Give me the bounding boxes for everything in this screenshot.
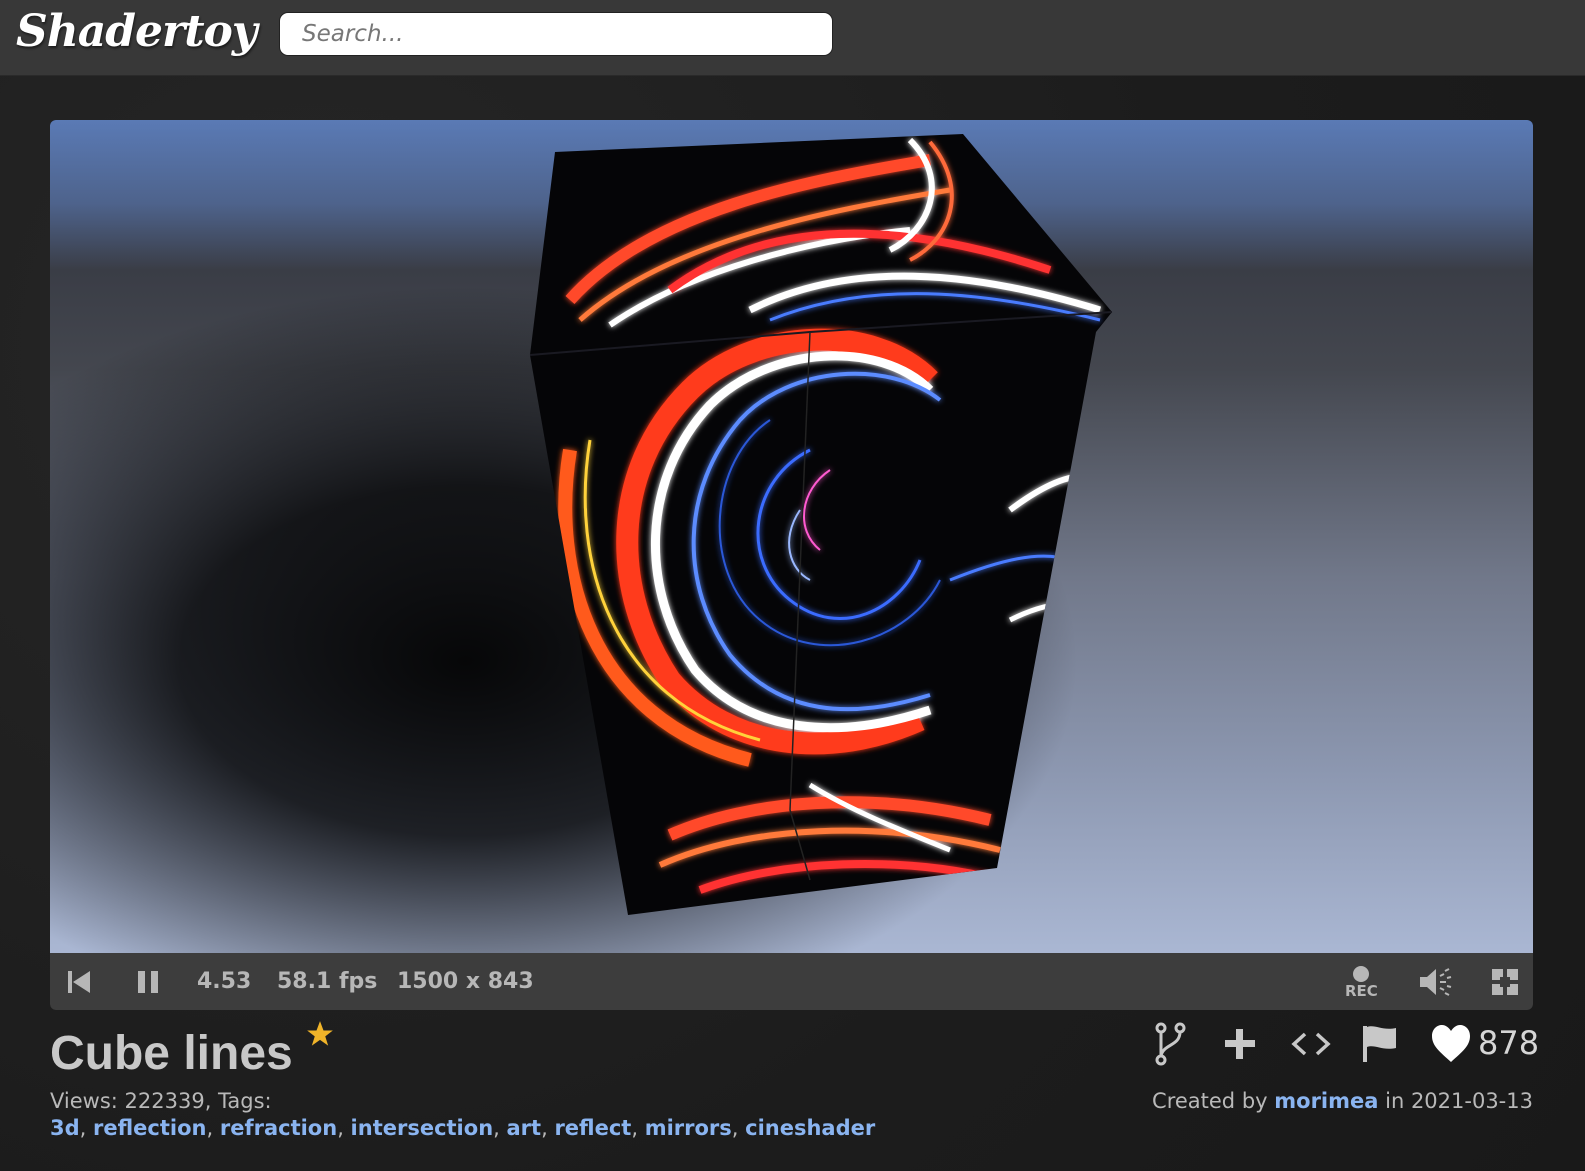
tag-link[interactable]: refraction — [220, 1116, 337, 1140]
shader-viewer: 4.53 58.1 fps 1500 x 843 REC — [50, 120, 1533, 1010]
record-button[interactable]: REC — [1345, 953, 1378, 1010]
author-link[interactable]: morimea — [1274, 1089, 1378, 1113]
code-icon — [1291, 1032, 1331, 1056]
tag-link[interactable]: mirrors — [645, 1116, 732, 1140]
tag-link[interactable]: 3d — [50, 1116, 80, 1140]
top-bar: Shadertoy — [0, 0, 1585, 76]
resolution-display: 1500 x 843 — [397, 969, 534, 994]
record-label: REC — [1345, 981, 1378, 1000]
report-button[interactable] — [1360, 1022, 1400, 1068]
tag-link[interactable]: reflect — [554, 1116, 631, 1140]
player-controls: 4.53 58.1 fps 1500 x 843 REC — [50, 953, 1533, 1010]
heart-icon — [1432, 1025, 1470, 1062]
created-by-line: Created by morimea in 2021-03-13 — [1152, 1088, 1533, 1115]
views-label: Views: 222339, Tags: — [50, 1089, 272, 1113]
created-date: in 2021-03-13 — [1385, 1089, 1533, 1113]
volume-button[interactable] — [1418, 953, 1454, 1010]
rewind-button[interactable] — [66, 953, 92, 1010]
rewind-icon — [68, 970, 90, 993]
plus-icon — [1225, 1029, 1255, 1059]
cube-render-image — [529, 134, 1113, 915]
fullscreen-button[interactable] — [1491, 953, 1519, 1010]
embed-button[interactable] — [1290, 1022, 1332, 1068]
volume-icon — [1420, 967, 1452, 996]
shadertoy-logo[interactable]: Shadertoy — [16, 6, 257, 57]
tag-link[interactable]: reflection — [93, 1116, 206, 1140]
created-prefix: Created by — [1152, 1089, 1268, 1113]
search-input[interactable] — [279, 12, 833, 56]
likes-count: 878 — [1478, 1024, 1540, 1062]
record-icon — [1353, 965, 1370, 982]
fork-icon — [1155, 1022, 1186, 1066]
star-icon[interactable] — [306, 1020, 334, 1048]
fps-display: 58.1 fps — [277, 969, 378, 994]
tag-link[interactable]: cineshader — [745, 1116, 875, 1140]
time-display: 4.53 — [197, 969, 252, 994]
shader-title: Cube lines — [50, 1027, 293, 1080]
fullscreen-icon — [1492, 968, 1518, 995]
shader-meta: Views: 222339, Tags: 3d, reflection, ref… — [50, 1088, 875, 1142]
tag-link[interactable]: art — [507, 1116, 542, 1140]
tag-list: 3d, reflection, refraction, intersection… — [50, 1116, 876, 1140]
like-button[interactable] — [1430, 1022, 1472, 1068]
flag-icon — [1363, 1026, 1396, 1062]
pause-button[interactable] — [136, 953, 160, 1010]
shader-canvas[interactable] — [50, 120, 1533, 953]
add-to-playlist-button[interactable] — [1222, 1022, 1258, 1068]
fork-button[interactable] — [1153, 1022, 1187, 1068]
tag-link[interactable]: intersection — [351, 1116, 494, 1140]
pause-icon — [138, 970, 158, 993]
